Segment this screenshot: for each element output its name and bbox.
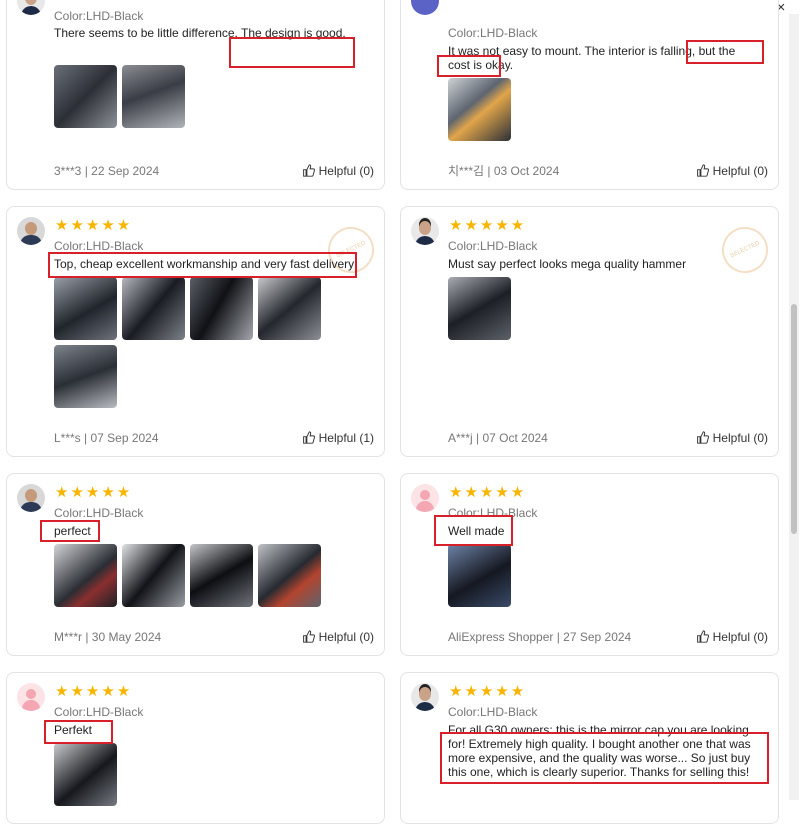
thumb-up-icon [302,630,315,643]
rating-stars: ★★★★★ [449,217,527,234]
review-card: Color:LHD-Black There seems to be little… [6,0,385,190]
helpful-button[interactable]: Helpful (0) [696,630,768,644]
review-card: Color:LHD-Black It was not easy to mount… [400,0,779,190]
selected-stamp: SELECTED [320,219,382,281]
thumb-up-icon [696,164,709,177]
review-photo[interactable] [122,277,185,340]
helpful-button[interactable]: Helpful (0) [696,164,768,178]
review-text: Must say perfect looks mega quality hamm… [448,257,687,271]
review-color: Color:LHD-Black [54,506,144,520]
review-meta: 치***김 | 03 Oct 2024 [448,164,560,178]
review-card: ★★★★★ Color:LHD-Black For all G30 owners… [400,672,779,824]
review-photo[interactable] [122,65,185,128]
selected-stamp: SELECTED [714,219,776,281]
review-color: Color:LHD-Black [54,239,144,253]
thumb-up-icon [696,431,709,444]
review-color: Color:LHD-Black [448,239,538,253]
review-color: Color:LHD-Black [448,705,538,719]
review-photo[interactable] [448,277,511,340]
review-color: Color:LHD-Black [54,705,144,719]
thumb-up-icon [302,431,315,444]
review-card: ★★★★★ SELECTED Color:LHD-Black Top, chea… [6,206,385,457]
avatar [411,0,439,15]
review-color: Color:LHD-Black [54,9,144,23]
thumb-up-icon [302,164,315,177]
review-color: Color:LHD-Black [448,26,538,40]
review-card: ★★★★★ Color:LHD-Black Perfekt [6,672,385,824]
review-photo[interactable] [190,544,253,607]
review-text: Well made [448,524,505,538]
review-text: There seems to be little difference. The… [54,26,346,40]
review-photo[interactable] [448,78,511,141]
avatar [17,484,45,512]
helpful-button[interactable]: Helpful (0) [302,164,374,178]
review-photo[interactable] [258,277,321,340]
avatar [411,683,439,711]
rating-stars: ★★★★★ [55,217,133,234]
avatar [17,683,45,711]
review-card: ★★★★★ Color:LHD-Black Well made AliExpre… [400,473,779,656]
review-text: It was not easy to mount. The interior i… [448,44,736,72]
avatar [411,217,439,245]
review-text: Perfekt [54,723,93,737]
thumb-up-icon [696,630,709,643]
review-photo[interactable] [54,544,117,607]
helpful-button[interactable]: Helpful (1) [302,431,374,445]
review-meta: AliExpress Shopper | 27 Sep 2024 [448,630,632,644]
review-card: ★★★★★ SELECTED Color:LHD-Black Must say … [400,206,779,457]
review-text: perfect [54,524,91,538]
avatar [17,0,45,15]
review-photo[interactable] [122,544,185,607]
review-text: For all G30 owners: this is the mirror c… [448,723,751,779]
review-color: Color:LHD-Black [448,506,538,520]
avatar [411,484,439,512]
review-meta: 3***3 | 22 Sep 2024 [54,164,160,178]
scrollbar-thumb[interactable] [791,304,797,534]
review-photo[interactable] [258,544,321,607]
rating-stars: ★★★★★ [55,683,133,700]
review-text: Top, cheap excellent workmanship and ver… [54,257,355,271]
rating-stars: ★★★★★ [449,683,527,700]
helpful-button[interactable]: Helpful (0) [696,431,768,445]
review-photo[interactable] [448,544,511,607]
review-photo[interactable] [54,65,117,128]
scrollbar[interactable] [789,14,799,800]
review-photo[interactable] [190,277,253,340]
rating-stars: ★★★★★ [55,484,133,501]
review-photo[interactable] [54,743,117,806]
review-card: ★★★★★ Color:LHD-Black perfect M***r | 30… [6,473,385,656]
review-meta: M***r | 30 May 2024 [54,630,162,644]
review-photo[interactable] [54,345,117,408]
review-meta: L***s | 07 Sep 2024 [54,431,159,445]
avatar [17,217,45,245]
review-meta: A***j | 07 Oct 2024 [448,431,548,445]
rating-stars: ★★★★★ [449,484,527,501]
helpful-button[interactable]: Helpful (0) [302,630,374,644]
review-photo[interactable] [54,277,117,340]
